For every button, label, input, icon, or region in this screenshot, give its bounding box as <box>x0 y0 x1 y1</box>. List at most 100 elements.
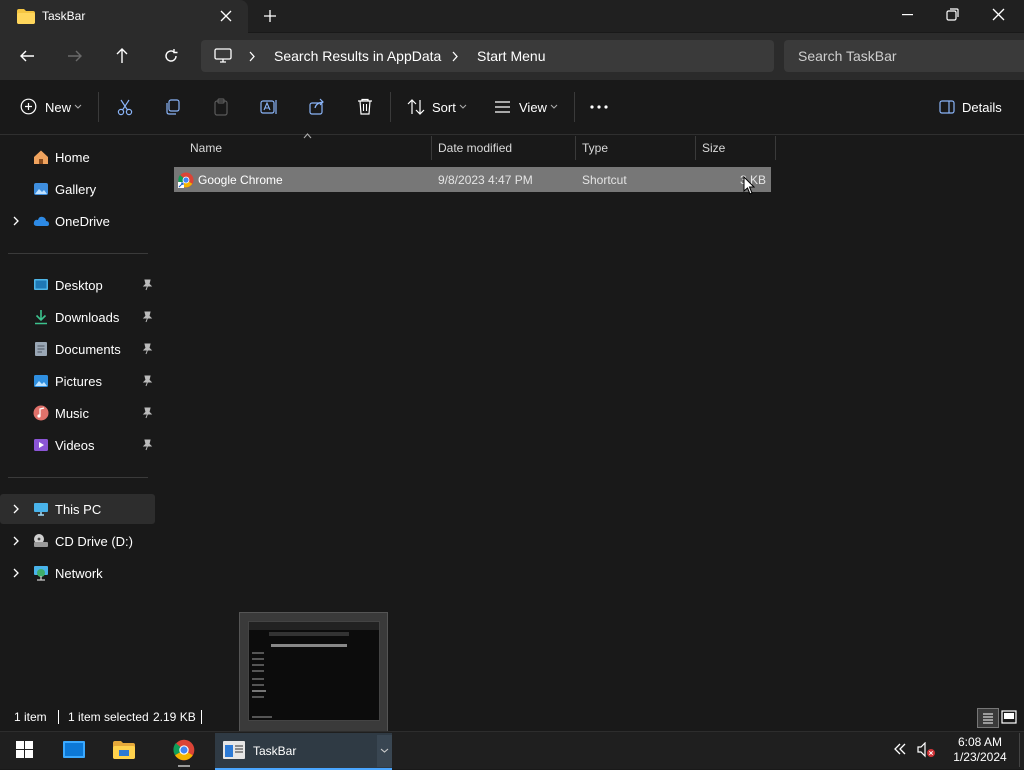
sidebar-item-home[interactable]: Home <box>0 142 155 172</box>
clock-date[interactable]: 1/23/2024 <box>946 750 1014 764</box>
sidebar-item-gallery[interactable]: Gallery <box>0 174 155 204</box>
table-row[interactable]: Google Chrome 9/8/2023 4:47 PM Shortcut … <box>174 167 771 192</box>
column-divider[interactable] <box>575 136 576 160</box>
sort-icon[interactable] <box>407 99 425 115</box>
column-header-type[interactable]: Type <box>582 141 608 163</box>
sidebar-item-pictures[interactable]: Pictures <box>0 366 155 396</box>
share-icon[interactable] <box>309 98 326 115</box>
pin-icon[interactable] <box>141 439 153 451</box>
chevron-right-icon[interactable] <box>11 535 21 547</box>
chevron-right-icon[interactable] <box>451 51 459 62</box>
windows-start-icon[interactable] <box>16 741 33 758</box>
new-tab-button[interactable] <box>263 9 277 23</box>
view-icon[interactable] <box>494 101 511 113</box>
pin-icon[interactable] <box>141 311 153 323</box>
pin-icon[interactable] <box>141 375 153 387</box>
sort-ascending-icon <box>303 133 312 139</box>
pin-icon[interactable] <box>141 279 153 291</box>
sidebar-item-videos[interactable]: Videos <box>0 430 155 460</box>
sidebar-item-label: Desktop <box>55 278 103 293</box>
show-desktop-button[interactable] <box>1019 733 1020 767</box>
restore-button[interactable] <box>946 8 959 21</box>
sidebar-item-label: CD Drive (D:) <box>55 534 133 549</box>
column-header-size[interactable]: Size <box>702 141 725 163</box>
sidebar-item-label: Documents <box>55 342 121 357</box>
sidebar-item-onedrive[interactable]: OneDrive <box>0 206 155 236</box>
cd-drive-icon <box>33 533 49 549</box>
sidebar-item-desktop[interactable]: Desktop <box>0 270 155 300</box>
details-button[interactable]: Details <box>962 100 1002 115</box>
column-header-name[interactable]: Name <box>190 141 222 163</box>
videos-icon <box>33 437 49 453</box>
toolbar-separator <box>98 92 99 122</box>
large-icons-view-toggle[interactable] <box>1000 708 1018 726</box>
column-divider[interactable] <box>775 136 776 160</box>
minimize-button[interactable] <box>902 14 914 16</box>
paste-icon[interactable] <box>213 98 229 116</box>
view-button[interactable]: View <box>519 100 547 115</box>
column-header-date-modified[interactable]: Date modified <box>438 141 512 163</box>
new-icon[interactable] <box>20 98 37 115</box>
downloads-icon <box>33 309 49 325</box>
chevron-right-icon[interactable] <box>11 215 21 227</box>
volume-muted-icon[interactable] <box>917 742 937 758</box>
file-type: Shortcut <box>582 173 627 187</box>
show-hidden-icons-icon[interactable] <box>893 743 907 755</box>
refresh-button[interactable] <box>163 48 179 64</box>
running-indicator <box>178 765 190 767</box>
sidebar-item-label: Network <box>55 566 103 581</box>
close-window-button[interactable] <box>992 8 1005 21</box>
chevron-down-icon[interactable] <box>550 104 558 110</box>
column-divider[interactable] <box>431 136 432 160</box>
chevron-right-icon[interactable] <box>11 567 21 579</box>
sidebar-item-label: This PC <box>55 502 102 517</box>
up-button[interactable] <box>115 47 129 64</box>
clock-time[interactable]: 6:08 AM <box>950 735 1010 749</box>
chevron-down-icon[interactable] <box>459 104 467 110</box>
sidebar-item-music[interactable]: Music <box>0 398 155 428</box>
taskbar <box>0 731 1024 769</box>
folder-icon <box>17 9 35 24</box>
rename-icon[interactable] <box>260 98 278 116</box>
more-options-icon[interactable] <box>590 105 608 109</box>
cut-icon[interactable] <box>117 99 133 116</box>
chevron-down-icon[interactable] <box>74 104 82 110</box>
toolbar-separator <box>390 92 391 122</box>
file-explorer-icon[interactable] <box>113 740 135 760</box>
sidebar-item-label: Downloads <box>55 310 120 325</box>
gallery-icon <box>33 181 49 197</box>
pin-icon[interactable] <box>141 407 153 419</box>
status-item-count: 1 item <box>14 710 47 724</box>
chevron-right-icon[interactable] <box>11 503 21 515</box>
sort-button[interactable]: Sort <box>432 100 456 115</box>
close-tab-icon[interactable] <box>220 10 232 22</box>
status-divider <box>58 710 59 724</box>
pin-icon[interactable] <box>141 343 153 355</box>
search-placeholder: Search TaskBar <box>798 48 897 64</box>
desktop-app-icon[interactable] <box>63 740 85 760</box>
new-button[interactable]: New <box>45 100 71 115</box>
sidebar-item-network[interactable]: Network <box>0 558 155 588</box>
tab-taskbar[interactable] <box>0 0 248 33</box>
breadcrumb-start-menu[interactable]: Start Menu <box>477 48 545 64</box>
sidebar-item-cd-drive[interactable]: CD Drive (D:) <box>0 526 155 556</box>
delete-icon[interactable] <box>357 98 373 115</box>
forward-button[interactable] <box>67 49 83 63</box>
breadcrumb-search-results[interactable]: Search Results in AppData <box>274 48 441 64</box>
sidebar-item-documents[interactable]: Documents <box>0 334 155 364</box>
back-button[interactable] <box>19 49 35 63</box>
chrome-app-icon[interactable] <box>173 739 195 761</box>
sidebar-item-this-pc[interactable]: This PC <box>0 494 155 524</box>
network-icon <box>33 565 49 581</box>
sidebar-item-downloads[interactable]: Downloads <box>0 302 155 332</box>
copy-icon[interactable] <box>165 99 181 115</box>
chevron-right-icon[interactable] <box>248 51 256 62</box>
status-divider <box>201 710 202 724</box>
music-icon <box>33 405 49 421</box>
details-pane-icon[interactable] <box>939 100 955 114</box>
sidebar-item-label: Pictures <box>55 374 102 389</box>
command-bar <box>0 80 1024 135</box>
column-divider[interactable] <box>695 136 696 160</box>
details-view-toggle[interactable] <box>977 708 999 728</box>
task-menu-chevron-icon[interactable] <box>377 735 392 767</box>
